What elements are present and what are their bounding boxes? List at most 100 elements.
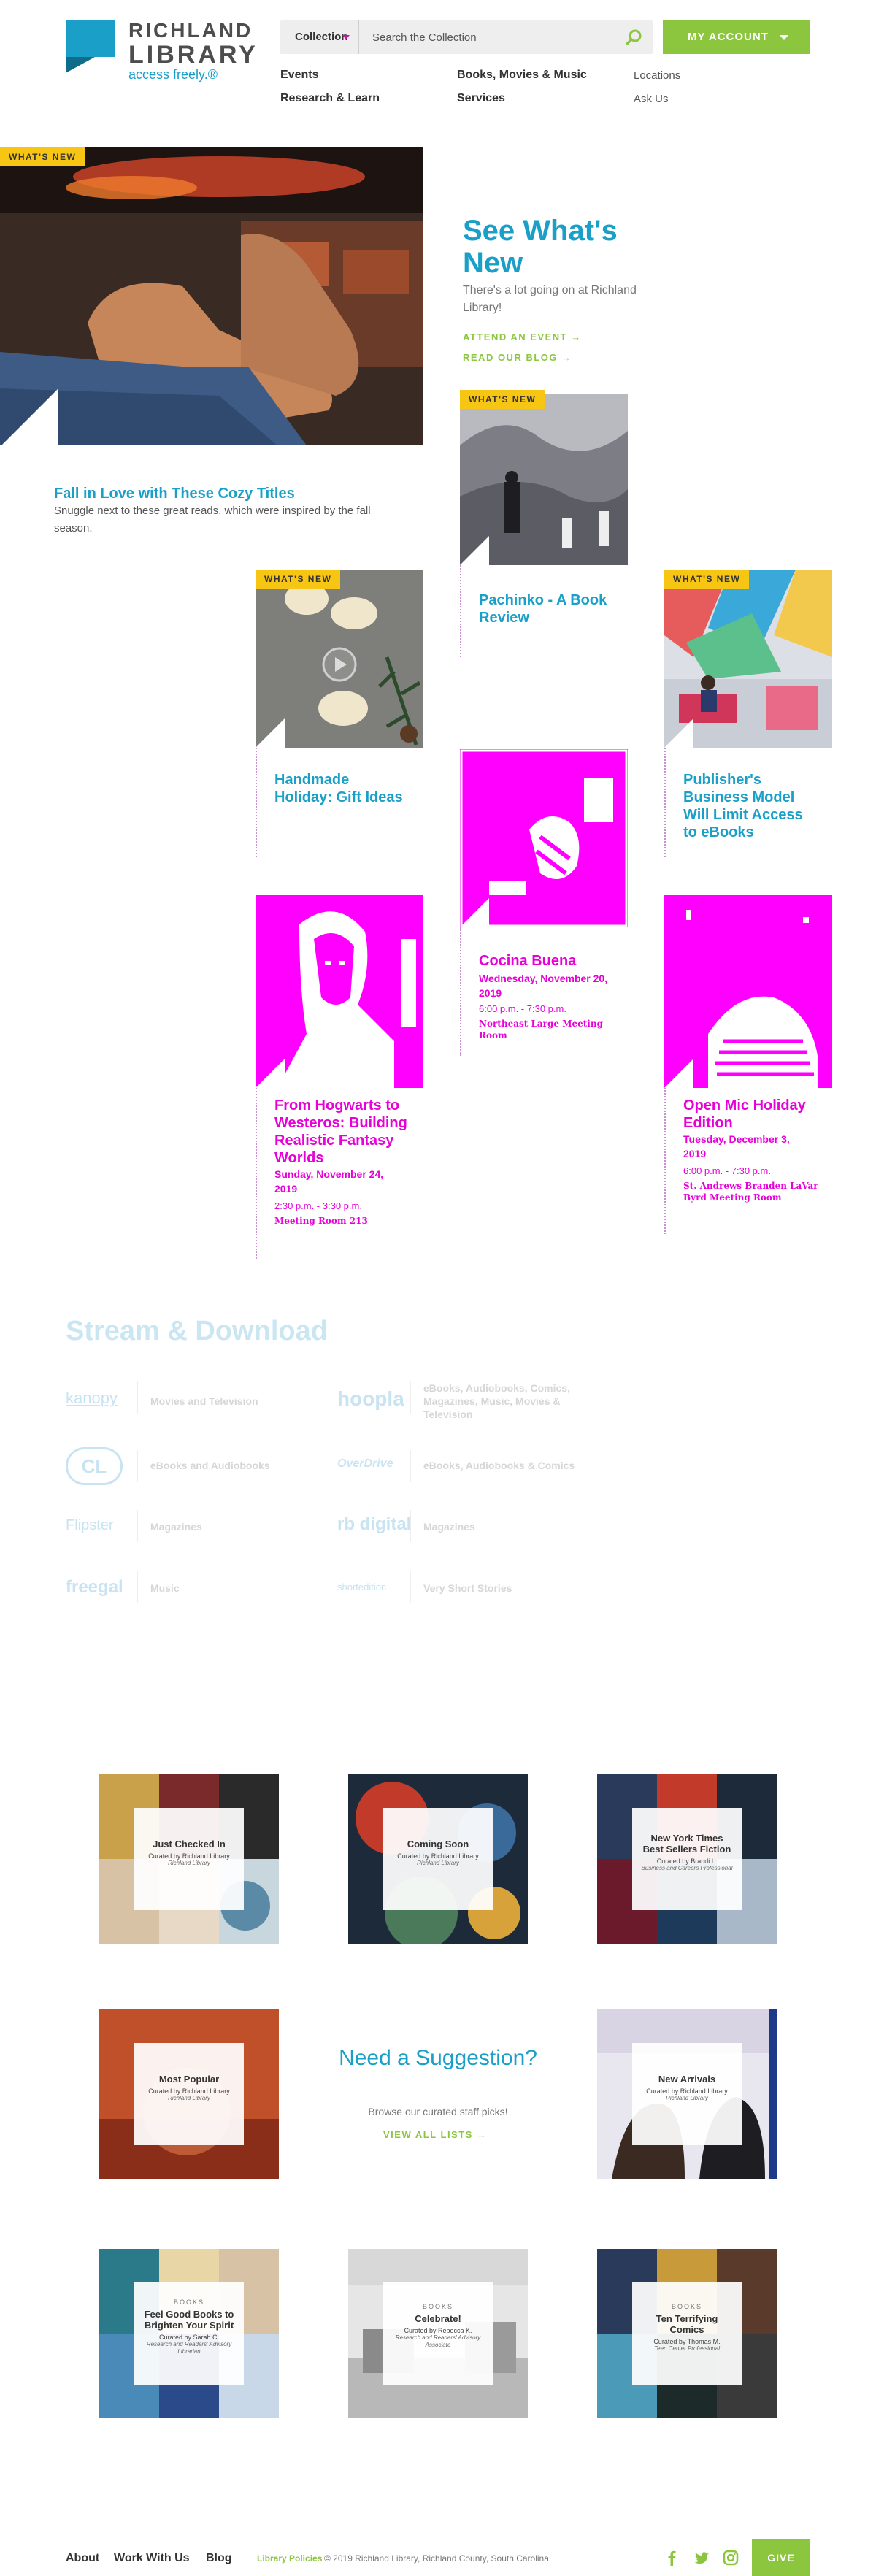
card-divider (664, 748, 666, 857)
list-tile-feel-good-books[interactable]: BOOKS Feel Good Books to Brighten Your S… (99, 2249, 279, 2418)
whats-new-badge: WHAT'S NEW (460, 390, 545, 409)
kanopy-description: Movies and Television (150, 1395, 258, 1407)
list-title: Just Checked In (153, 1839, 226, 1849)
list-curator: Curated by Richland Library (397, 1852, 479, 1860)
list-curator: Curated by Thomas M. (653, 2338, 721, 2345)
instagram-icon[interactable] (723, 2550, 739, 2566)
divider (137, 1571, 138, 1603)
cocina-event-title[interactable]: Cocina Buena (479, 952, 625, 970)
facebook-icon[interactable] (664, 2550, 680, 2566)
give-button[interactable]: GIVE (752, 2539, 810, 2576)
list-tile-celebrate[interactable]: BOOKS Celebrate! Curated by Rebecca K. R… (348, 2249, 528, 2418)
list-curator-role: Richland Library (168, 2095, 210, 2101)
openmic-event-image[interactable] (664, 895, 832, 1088)
hogwarts-event-image[interactable] (256, 895, 423, 1088)
cloudlibrary-logo[interactable]: CL (66, 1447, 123, 1485)
hero-feature-image[interactable] (0, 147, 423, 445)
search-icon[interactable] (625, 28, 644, 47)
pachinko-card-image[interactable] (460, 394, 628, 565)
hoopla-description: eBooks, Audiobooks, Comics, Magazines, M… (423, 1382, 570, 1420)
list-curator-role: Richland Library (666, 2095, 708, 2101)
list-card: BOOKS Ten Terrifying Comics Curated by T… (632, 2282, 742, 2385)
footer-about-link[interactable]: About (66, 2552, 99, 2565)
list-curator: Curated by Richland Library (148, 2088, 230, 2095)
footer-library-policies-link[interactable]: Library Policies (257, 2553, 322, 2564)
flipster-description: Magazines (150, 1521, 202, 1533)
nav-services[interactable]: Services (457, 92, 505, 105)
list-card: New Arrivals Curated by Richland Library… (632, 2043, 742, 2145)
openmic-event-room: St. Andrews Branden LaVar Byrd Meeting R… (683, 1181, 818, 1203)
list-curator: Curated by Brandi L. (656, 1858, 718, 1865)
overdrive-description: eBooks, Audiobooks & Comics (423, 1460, 575, 1471)
divider (410, 1510, 411, 1542)
pachinko-card-title[interactable]: Pachinko - A Book Review (479, 591, 625, 626)
divider (137, 1381, 138, 1414)
list-tile-most-popular[interactable]: Most Popular Curated by Richland Library… (99, 2009, 279, 2179)
view-all-lists-link[interactable]: VIEW ALL LISTS → (383, 2129, 487, 2140)
divider (410, 1571, 411, 1603)
publisher-card-image[interactable] (664, 570, 832, 748)
list-card: Just Checked In Curated by Richland Libr… (134, 1808, 244, 1910)
shortedition-logo[interactable]: shortedition (337, 1582, 386, 1592)
logo-text-line2[interactable]: LIBRARY (128, 41, 258, 69)
handmade-card-image[interactable] (256, 570, 423, 748)
suggestion-subtitle: Browse our curated staff picks! (368, 2106, 508, 2117)
list-tile-nyt-best-sellers[interactable]: New York Times Best Sellers Fiction Cura… (597, 1774, 777, 1944)
list-curator-role: Research and Readers' Advisory Associate (395, 2334, 481, 2348)
whats-new-badge: WHAT'S NEW (0, 147, 85, 166)
list-tile-coming-soon[interactable]: Coming Soon Curated by Richland Library … (348, 1774, 528, 1944)
nav-research-learn[interactable]: Research & Learn (280, 92, 380, 105)
list-tile-just-checked-in[interactable]: Just Checked In Curated by Richland Libr… (99, 1774, 279, 1944)
whats-new-badge: WHAT'S NEW (256, 570, 341, 589)
cloudlibrary-description: eBooks and Audiobooks (150, 1460, 270, 1471)
list-title: New Arrivals (658, 2074, 716, 2085)
twitter-icon[interactable] (694, 2550, 710, 2566)
handmade-card-title[interactable]: Handmade Holiday: Gift Ideas (274, 771, 406, 806)
list-curator-role: Teen Center Professional (654, 2345, 720, 2352)
cocina-event-time: 6:00 p.m. - 7:30 p.m. (479, 1003, 566, 1014)
footer-copyright: © 2019 Richland Library, Richland County… (324, 2553, 549, 2564)
openmic-event-date: Tuesday, December 3, 2019 (683, 1133, 790, 1159)
list-card: BOOKS Feel Good Books to Brighten Your S… (134, 2282, 244, 2385)
kanopy-logo[interactable]: kanopy (66, 1389, 118, 1408)
my-account-label: MY ACCOUNT (688, 31, 769, 43)
publisher-card-title[interactable]: Publisher's Business Model Will Limit Ac… (683, 771, 815, 841)
overdrive-logo[interactable]: OverDrive (337, 1457, 393, 1471)
feature-card-title[interactable]: Fall in Love with These Cozy Titles (54, 485, 346, 502)
logo-text-line1[interactable]: RICHLAND (128, 19, 253, 42)
search-input[interactable] (364, 20, 604, 54)
list-curator: Curated by Richland Library (646, 2088, 728, 2095)
nav-ask-us[interactable]: Ask Us (634, 93, 669, 105)
freegal-logo[interactable]: freegal (66, 1577, 123, 1598)
hogwarts-event-title[interactable]: From Hogwarts to Westeros: Building Real… (274, 1097, 420, 1167)
footer-blog-link[interactable]: Blog (206, 2552, 232, 2565)
flipster-logo[interactable]: Flipster (66, 1517, 114, 1534)
list-curator: Curated by Sarah C. (158, 2334, 220, 2341)
list-curator-role: Business and Careers Professional (641, 1865, 733, 1871)
hoopla-logo[interactable]: hoopla (337, 1387, 404, 1411)
my-account-button[interactable]: MY ACCOUNT (663, 20, 810, 54)
rbdigital-logo[interactable]: rb digital (337, 1514, 411, 1535)
hogwarts-event-time: 2:30 p.m. - 3:30 p.m. (274, 1200, 362, 1211)
list-tile-terrifying-comics[interactable]: BOOKS Ten Terrifying Comics Curated by T… (597, 2249, 777, 2418)
list-curator: Curated by Rebecca K. (404, 2327, 472, 2334)
nav-books-movies-music[interactable]: Books, Movies & Music (457, 69, 587, 82)
list-kicker: BOOKS (422, 2303, 453, 2310)
whats-new-badge: WHAT'S NEW (664, 570, 750, 589)
list-kicker: BOOKS (671, 2303, 702, 2310)
logo-tagline: access freely.® (128, 67, 218, 82)
attend-event-link[interactable]: ATTEND AN EVENT → (463, 331, 582, 342)
suggestion-title: Need a Suggestion? (339, 2046, 537, 2070)
search-category-select[interactable]: Collection (280, 20, 359, 54)
library-logo-icon[interactable] (66, 20, 115, 73)
hero-subtitle: There's a lot going on at Richland Libra… (463, 284, 637, 314)
nav-locations[interactable]: Locations (634, 69, 680, 82)
read-blog-link[interactable]: READ OUR BLOG → (463, 352, 572, 363)
cocina-event-image[interactable] (460, 749, 628, 927)
footer-work-with-us-link[interactable]: Work With Us (114, 2552, 190, 2565)
list-curator-role: Richland Library (168, 1860, 210, 1866)
openmic-event-title[interactable]: Open Mic Holiday Edition (683, 1097, 829, 1132)
list-tile-new-arrivals[interactable]: New Arrivals Curated by Richland Library… (597, 2009, 777, 2179)
search-bar: Collection (280, 20, 653, 54)
nav-events[interactable]: Events (280, 69, 318, 82)
